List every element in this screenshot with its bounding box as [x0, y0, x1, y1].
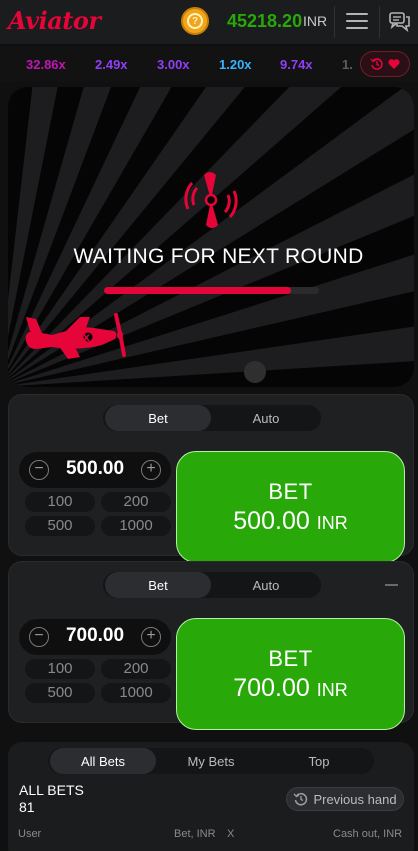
column-header-user: User [18, 828, 42, 840]
history-toggle-button[interactable] [360, 51, 410, 77]
quick-amount-button[interactable]: 500 [25, 516, 95, 536]
quick-amount-button[interactable]: 200 [101, 492, 171, 512]
multiplier-badge: 1. [342, 57, 353, 72]
tab-top[interactable]: Top [266, 748, 372, 774]
bet-button-label: BET [268, 478, 313, 504]
airplane-icon: X [25, 313, 126, 359]
increase-amount-button[interactable]: + [141, 627, 161, 647]
game-stage: WAITING FOR NEXT ROUND X [8, 87, 414, 387]
coin-icon[interactable]: ? [181, 7, 209, 35]
history-icon [293, 792, 308, 806]
multiplier-badge: 1.20x [219, 57, 252, 72]
bets-list-section: All Bets My Bets Top ALL BETS 81 Previou… [8, 742, 414, 851]
decrease-amount-button[interactable]: − [29, 460, 49, 480]
remove-panel-button[interactable] [385, 584, 398, 586]
tab-all-bets[interactable]: All Bets [50, 748, 156, 774]
bet-button-amount-line: 500.00 INR [233, 507, 347, 536]
column-header-x: X [227, 828, 235, 840]
tab-my-bets[interactable]: My Bets [158, 748, 264, 774]
multiplier-badge: 32.86x [26, 57, 66, 72]
tab-auto[interactable]: Auto [213, 572, 319, 598]
place-bet-button[interactable]: BET 700.00 INR [176, 618, 405, 730]
stage-indicator-dot [244, 361, 266, 383]
all-bets-title: ALL BETS [19, 782, 84, 798]
aviator-logo: Aviator [8, 6, 101, 35]
round-progress-bar [104, 287, 319, 294]
quick-amount-button[interactable]: 500 [25, 683, 95, 703]
bet-panel-1: Bet Auto − 500.00 + 100 200 500 1000 BET… [8, 394, 414, 563]
decrease-amount-button[interactable]: − [29, 627, 49, 647]
round-status-text: WAITING FOR NEXT ROUND [73, 245, 364, 268]
bet-amount-value[interactable]: 700.00 [51, 625, 139, 647]
history-icon [370, 58, 383, 70]
multiplier-badge: 3.00x [157, 57, 190, 72]
hamburger-menu-icon[interactable] [346, 13, 368, 31]
all-bets-count: 81 [19, 799, 35, 815]
coin-symbol: ? [187, 13, 203, 29]
bet-amount-control: − 700.00 + 100 200 500 1000 [19, 619, 171, 713]
bet-button-currency: INR [316, 679, 348, 700]
bet-amount-control: − 500.00 + 100 200 500 1000 [19, 452, 171, 546]
quick-amount-button[interactable]: 100 [25, 659, 95, 679]
quick-amount-button[interactable]: 1000 [101, 683, 171, 703]
header-divider [379, 6, 380, 38]
balance-currency: INR [303, 13, 328, 29]
column-header-cashout: Cash out, INR [333, 828, 403, 840]
bet-mode-tabs: Bet Auto [103, 572, 321, 598]
multiplier-badge: 9.74x [280, 57, 313, 72]
round-progress-fill [104, 287, 292, 294]
bet-amount-value[interactable]: 500.00 [51, 458, 139, 480]
bet-button-amount: 700.00 [233, 673, 310, 702]
tab-bet[interactable]: Bet [105, 405, 211, 431]
heart-icon [388, 59, 400, 69]
bet-button-currency: INR [316, 512, 348, 533]
place-bet-button[interactable]: BET 500.00 INR [176, 451, 405, 563]
propeller-icon [184, 172, 238, 228]
quick-amount-button[interactable]: 200 [101, 659, 171, 679]
previous-hand-label: Previous hand [313, 791, 397, 807]
top-header: Aviator ? 45218.20 INR [0, 0, 418, 44]
svg-text:X: X [83, 334, 90, 344]
bet-amount-stepper: − 700.00 + [19, 619, 171, 655]
bet-mode-tabs: Bet Auto [103, 405, 321, 431]
bet-panel-2: Bet Auto − 700.00 + 100 200 500 1000 BET… [8, 561, 414, 730]
bet-button-label: BET [268, 645, 313, 671]
balance-amount: 45218.20 [227, 11, 303, 31]
multiplier-history-bar: 32.86x 2.49x 3.00x 1.20x 9.74x 1. [0, 46, 418, 82]
multiplier-badge: 2.49x [95, 57, 128, 72]
quick-amount-button[interactable]: 1000 [101, 516, 171, 536]
previous-hand-button[interactable]: Previous hand [286, 787, 404, 811]
header-divider [334, 6, 335, 38]
column-header-bet: Bet, INR [174, 828, 216, 840]
quick-amount-button[interactable]: 100 [25, 492, 95, 512]
bet-amount-stepper: − 500.00 + [19, 452, 171, 488]
bet-button-amount: 500.00 [233, 506, 310, 535]
tab-bet[interactable]: Bet [105, 572, 211, 598]
increase-amount-button[interactable]: + [141, 460, 161, 480]
bet-button-amount-line: 700.00 INR [233, 674, 347, 703]
tab-auto[interactable]: Auto [213, 405, 319, 431]
chat-bubbles-icon[interactable] [389, 12, 411, 37]
bets-tabs: All Bets My Bets Top [48, 748, 374, 774]
